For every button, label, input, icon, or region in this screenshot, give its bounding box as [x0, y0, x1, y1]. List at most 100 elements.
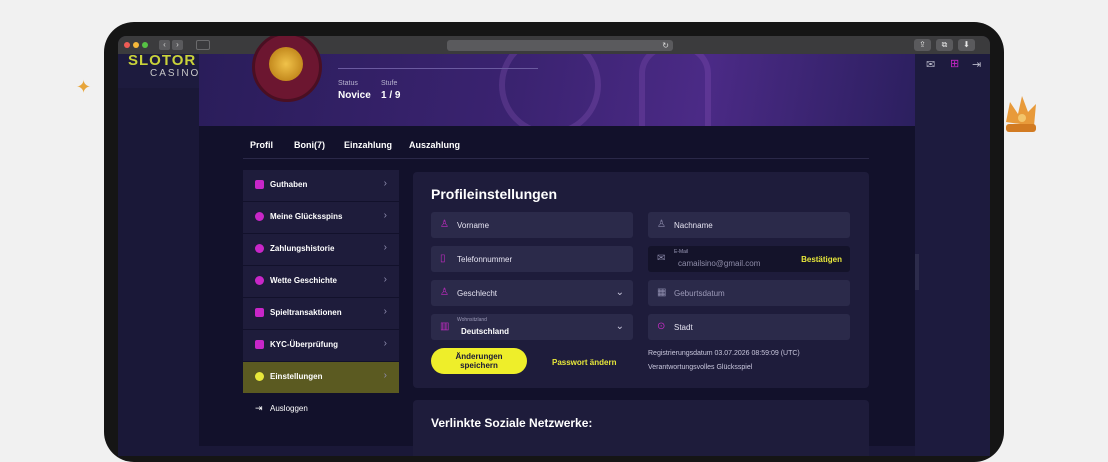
- status-value: Novice: [338, 90, 371, 101]
- casino-logo[interactable]: SLOTOR CASINO: [128, 52, 200, 84]
- account-sidebar: Guthaben › Meine Glücksspins › Zahlungsh…: [243, 170, 399, 450]
- chevron-right-icon: ›: [383, 370, 387, 381]
- wallet-icon: [255, 180, 264, 189]
- id-card-icon: [255, 340, 264, 349]
- first-name-placeholder: Vorname: [457, 221, 490, 230]
- chevron-right-icon: ›: [383, 178, 387, 189]
- payment-history-icon: [255, 244, 264, 253]
- social-networks-title: Verlinkte Soziale Netzwerke:: [431, 416, 593, 430]
- gender-placeholder: Geschlecht: [457, 289, 498, 298]
- downloads-icon[interactable]: ⬇: [958, 39, 975, 51]
- logout-icon: ⇥: [255, 403, 263, 413]
- save-label-line2: speichern: [460, 361, 498, 370]
- save-changes-button[interactable]: Änderungen speichern: [431, 348, 527, 374]
- status-label: Status: [338, 80, 358, 87]
- person-icon: ♙: [440, 287, 449, 298]
- profile-settings-panel: Profileinstellungen ♙ Vorname ♙ Nachname…: [413, 172, 869, 388]
- sidebar-item-label: Zahlungshistorie: [270, 244, 335, 253]
- person-icon: ♙: [440, 219, 449, 230]
- tabs-overview-icon[interactable]: ⧉: [936, 39, 953, 51]
- mail-icon[interactable]: ✉: [926, 58, 935, 71]
- mail-icon: ✉: [657, 253, 666, 264]
- rank-emblem-icon: [269, 47, 303, 81]
- page-right-edge: [915, 88, 990, 456]
- registration-date: Registrierungsdatum 03.07.2026 08:59:09 …: [648, 350, 800, 357]
- account-content: Profil Boni(7) Einzahlung Auszahlung Gut…: [199, 126, 915, 456]
- tabs-divider: [243, 158, 869, 159]
- email-field[interactable]: ✉ E-Mail camailsino@gmail.com Bestätigen: [648, 246, 850, 272]
- browser-toolbar: ‹ › ↻ ⇪ ⧉ ⬇: [118, 36, 990, 54]
- gender-select[interactable]: ♙ Geschlecht ⌄: [431, 280, 633, 306]
- gift-icon[interactable]: ⊞: [950, 57, 959, 70]
- tab-profil[interactable]: Profil: [250, 140, 273, 150]
- sidebar-item-guthaben[interactable]: Guthaben ›: [243, 170, 399, 201]
- sidebar-item-gluecksspins[interactable]: Meine Glücksspins ›: [243, 202, 399, 233]
- save-button-label: Änderungen speichern: [455, 352, 502, 370]
- chevron-right-icon: ›: [383, 242, 387, 253]
- neon-decoration: [499, 54, 601, 136]
- chevron-down-icon: ⌄: [615, 287, 624, 298]
- change-password-link[interactable]: Passwort ändern: [552, 358, 616, 367]
- last-name-placeholder: Nachname: [674, 221, 713, 230]
- birthdate-placeholder: Geburtsdatum: [674, 289, 725, 298]
- first-name-field[interactable]: ♙ Vorname: [431, 212, 633, 238]
- sidebar-item-label: Ausloggen: [270, 404, 308, 413]
- spins-icon: [255, 212, 264, 221]
- confirm-email-button[interactable]: Bestätigen: [801, 255, 842, 264]
- reload-icon[interactable]: ↻: [662, 40, 669, 51]
- share-icon[interactable]: ⇪: [914, 39, 931, 51]
- laptop-screen: ‹ › ↻ ⇪ ⧉ ⬇ ‹ ✉ ⊞ ⇥ SLOTOR CASINO Status…: [118, 36, 990, 456]
- social-networks-panel: Verlinkte Soziale Netzwerke:: [413, 400, 869, 456]
- browser-forward-button[interactable]: ›: [172, 40, 183, 50]
- close-window-dot[interactable]: [124, 42, 130, 48]
- tab-boni[interactable]: Boni(7): [294, 140, 325, 150]
- sidebar-item-label: KYC-Überprüfung: [270, 340, 338, 349]
- phone-icon: ▯: [440, 253, 446, 264]
- sidebar-item-kyc[interactable]: KYC-Überprüfung ›: [243, 330, 399, 361]
- chevron-right-icon: ›: [383, 306, 387, 317]
- chevron-down-icon: ⌄: [615, 321, 624, 332]
- phone-field[interactable]: ▯ Telefonnummer: [431, 246, 633, 272]
- logout-icon[interactable]: ⇥: [972, 58, 981, 71]
- sidebar-item-spieltransaktionen[interactable]: Spieltransaktionen ›: [243, 298, 399, 329]
- crown-decoration-icon: [1006, 96, 1036, 132]
- country-label: Wohnsitzland: [457, 317, 487, 323]
- sidebar-item-label: Guthaben: [270, 180, 308, 189]
- sidebar-item-label: Meine Glücksspins: [270, 212, 343, 221]
- sidebar-toggle-icon[interactable]: [196, 40, 210, 50]
- sparkle-decoration: ✦: [76, 77, 92, 97]
- sidebar-item-label: Spieltransaktionen: [270, 308, 342, 317]
- sidebar-item-wette-geschichte[interactable]: Wette Geschichte ›: [243, 266, 399, 297]
- last-name-field[interactable]: ♙ Nachname: [648, 212, 850, 238]
- location-pin-icon: ⊙: [657, 321, 666, 332]
- chevron-right-icon: ›: [383, 274, 387, 285]
- sidebar-item-zahlungshistorie[interactable]: Zahlungshistorie ›: [243, 234, 399, 265]
- account-tabs: Profil Boni(7) Einzahlung Auszahlung: [199, 126, 915, 158]
- tab-auszahlung[interactable]: Auszahlung: [409, 140, 460, 150]
- sidebar-item-label: Wette Geschichte: [270, 276, 337, 285]
- sidebar-item-einstellungen[interactable]: Einstellungen ›: [243, 362, 399, 393]
- birthdate-field[interactable]: ▦ Geburtsdatum: [648, 280, 850, 306]
- progress-line: [338, 68, 538, 69]
- page-title: Profileinstellungen: [431, 186, 558, 202]
- transactions-icon: [255, 308, 264, 317]
- bet-history-icon: [255, 276, 264, 285]
- responsible-gaming-link[interactable]: Verantwortungsvolles Glücksspiel: [648, 364, 752, 371]
- save-label-line1: Änderungen: [455, 352, 503, 361]
- address-bar[interactable]: ↻: [447, 40, 673, 51]
- sidebar-item-ausloggen[interactable]: ⇥ Ausloggen: [243, 394, 399, 425]
- maximize-window-dot[interactable]: [142, 42, 148, 48]
- minimize-window-dot[interactable]: [133, 42, 139, 48]
- browser-back-button[interactable]: ‹: [159, 40, 170, 50]
- scroll-edge: [915, 254, 919, 290]
- tab-einzahlung[interactable]: Einzahlung: [344, 140, 392, 150]
- level-value: 1 / 9: [381, 90, 401, 101]
- country-select[interactable]: ▥ Wohnsitzland Deutschland ⌄: [431, 314, 633, 340]
- city-placeholder: Stadt: [674, 323, 693, 332]
- logo-wordmark: SLOTOR: [128, 52, 197, 69]
- chevron-right-icon: ›: [383, 338, 387, 349]
- email-value: camailsino@gmail.com: [678, 259, 761, 268]
- city-field[interactable]: ⊙ Stadt: [648, 314, 850, 340]
- country-value: Deutschland: [461, 327, 510, 336]
- chevron-right-icon: ›: [383, 210, 387, 221]
